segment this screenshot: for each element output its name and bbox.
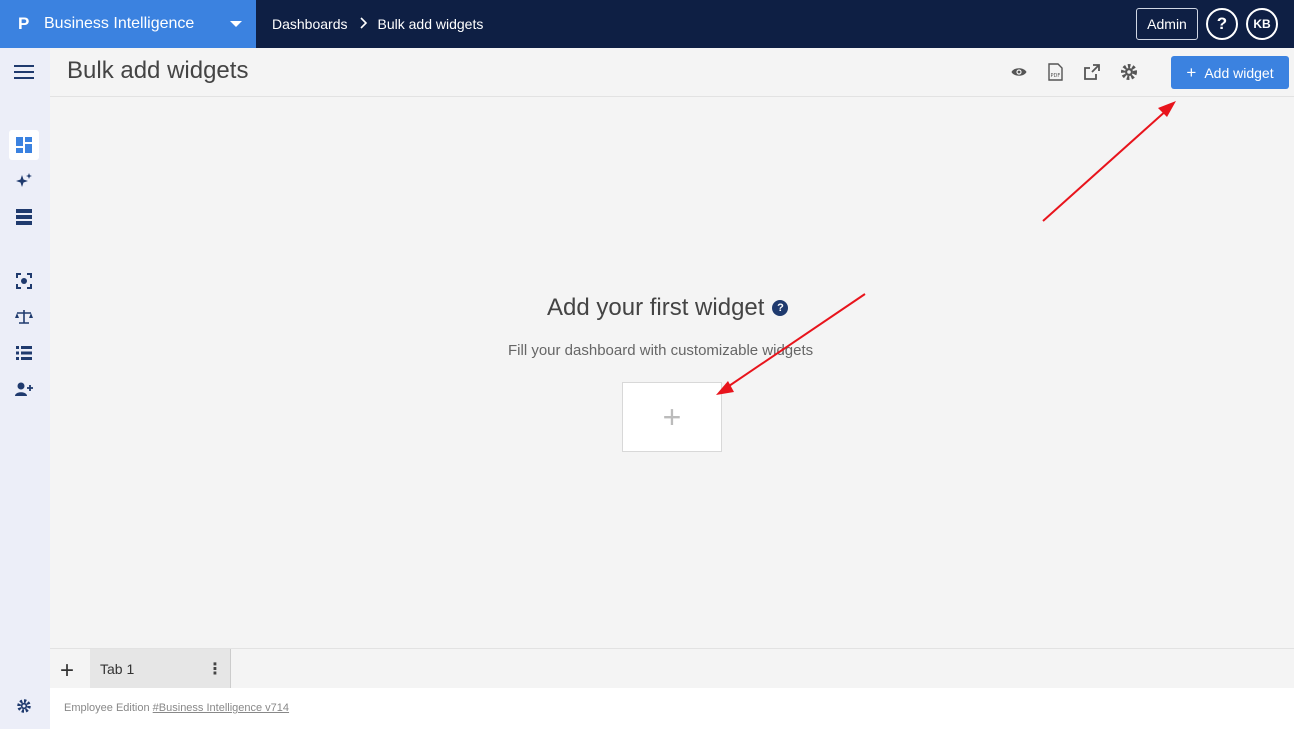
page-title: Bulk add widgets — [67, 57, 249, 84]
settings-icon[interactable] — [9, 691, 39, 721]
side-rail — [0, 48, 50, 729]
eye-icon[interactable] — [1008, 61, 1030, 83]
add-widget-button[interactable]: + Add widget — [1171, 56, 1289, 89]
empty-state-title-text: Add your first widget — [547, 294, 765, 321]
tab-bar: + Tab 1 ⋮ — [50, 648, 1294, 688]
help-circle-icon[interactable]: ? — [772, 300, 789, 316]
app-switcher[interactable]: P Business Intelligence — [0, 0, 256, 48]
table-icon[interactable] — [9, 202, 39, 232]
chevron-right-icon — [358, 16, 368, 32]
add-widget-label: Add widget — [1204, 64, 1274, 81]
svg-text:PDF: PDF — [1050, 73, 1060, 79]
help-button[interactable]: ? — [1206, 8, 1238, 40]
admin-button[interactable]: Admin — [1136, 8, 1198, 40]
sparkle-icon[interactable] — [9, 166, 39, 196]
breadcrumb-current: Bulk add widgets — [377, 16, 484, 32]
app-logo: P — [18, 14, 30, 33]
pdf-icon[interactable]: PDF — [1044, 61, 1066, 83]
annotation-arrow-top — [1042, 108, 1169, 222]
footer-text: Employee Edition #Business Intelligence … — [64, 702, 289, 714]
list-icon[interactable] — [9, 338, 39, 368]
tab-label: Tab 1 — [100, 661, 135, 677]
more-vertical-icon[interactable]: ⋮ — [207, 659, 223, 679]
menu-icon[interactable] — [9, 57, 39, 87]
focus-icon[interactable] — [9, 266, 39, 296]
add-tab-button[interactable]: + — [60, 657, 74, 685]
dashboard-icon[interactable] — [9, 130, 39, 160]
add-user-icon[interactable] — [9, 374, 39, 404]
edition-label: Employee Edition — [64, 702, 150, 714]
empty-state-subtitle: Fill your dashboard with customizable wi… — [508, 342, 814, 359]
breadcrumb: Dashboards Bulk add widgets — [272, 0, 483, 48]
footer: Employee Edition #Business Intelligence … — [50, 688, 1294, 729]
add-widget-tile[interactable]: + — [622, 382, 722, 452]
share-icon[interactable] — [1081, 61, 1103, 83]
chevron-down-icon — [230, 21, 242, 27]
version-link[interactable]: #Business Intelligence v714 — [153, 702, 289, 714]
plus-icon: + — [1186, 62, 1197, 82]
app-name: Business Intelligence — [44, 15, 195, 32]
annotation-arrows — [716, 101, 1176, 395]
arrowhead-top — [1158, 101, 1176, 117]
scale-icon[interactable] — [9, 302, 39, 332]
empty-state-title: Add your first widget ? — [547, 294, 789, 322]
avatar[interactable]: KB — [1246, 8, 1278, 40]
breadcrumb-dashboards[interactable]: Dashboards — [272, 16, 348, 32]
top-bar: P Business Intelligence Dashboards Bulk … — [0, 0, 1294, 48]
plus-icon: + — [662, 398, 682, 435]
page-header: Bulk add widgets PDF + Add widget — [50, 48, 1294, 97]
gear-icon[interactable] — [1118, 61, 1140, 83]
tab-1[interactable]: Tab 1 ⋮ — [90, 649, 231, 688]
